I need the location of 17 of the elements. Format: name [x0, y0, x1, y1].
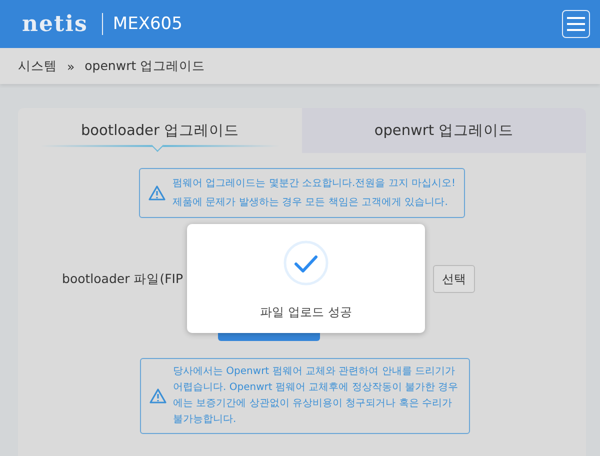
- warning-text: 제품에 문제가 발생하는 경우 모든 책임은 고객에게 있습니다.: [172, 196, 449, 210]
- logo: netis: [22, 11, 88, 37]
- file-label: bootloader 파일(FIP: [61, 270, 183, 288]
- menu-icon: [566, 16, 586, 32]
- check-circle-icon: [283, 240, 329, 286]
- choose-file-button[interactable]: 선택: [433, 265, 475, 293]
- warning-icon: [148, 185, 166, 201]
- menu-button[interactable]: [562, 10, 590, 38]
- model-name: MEX605: [112, 14, 182, 34]
- warning-text: 당사에서는 Openwrt 펌웨어 교체와 관련하여 안내를 드리기가 어렵습니다. Openwrt 펌웨어 교체후에 정상작동이 불가한 경우에는 보증기간에 상관없이 유상비용이 청구되거나 혹은 수리가 불가능합니다.: [173, 365, 460, 427]
- tab[interactable]: openwrt 업그레이드: [302, 108, 586, 153]
- breadcrumb-separator: »: [67, 58, 75, 74]
- warning-icon: [149, 388, 167, 404]
- warning-text: 펌웨어 업그레이드는 몇분간 소요합니다.전원을 끄지 마십시오!: [172, 177, 456, 191]
- dialog-message: 파일 업로드 성공: [260, 304, 352, 321]
- breadcrumb-link[interactable]: 시스템: [18, 58, 57, 74]
- breadcrumb-current: openwrt 업그레이드: [84, 58, 206, 74]
